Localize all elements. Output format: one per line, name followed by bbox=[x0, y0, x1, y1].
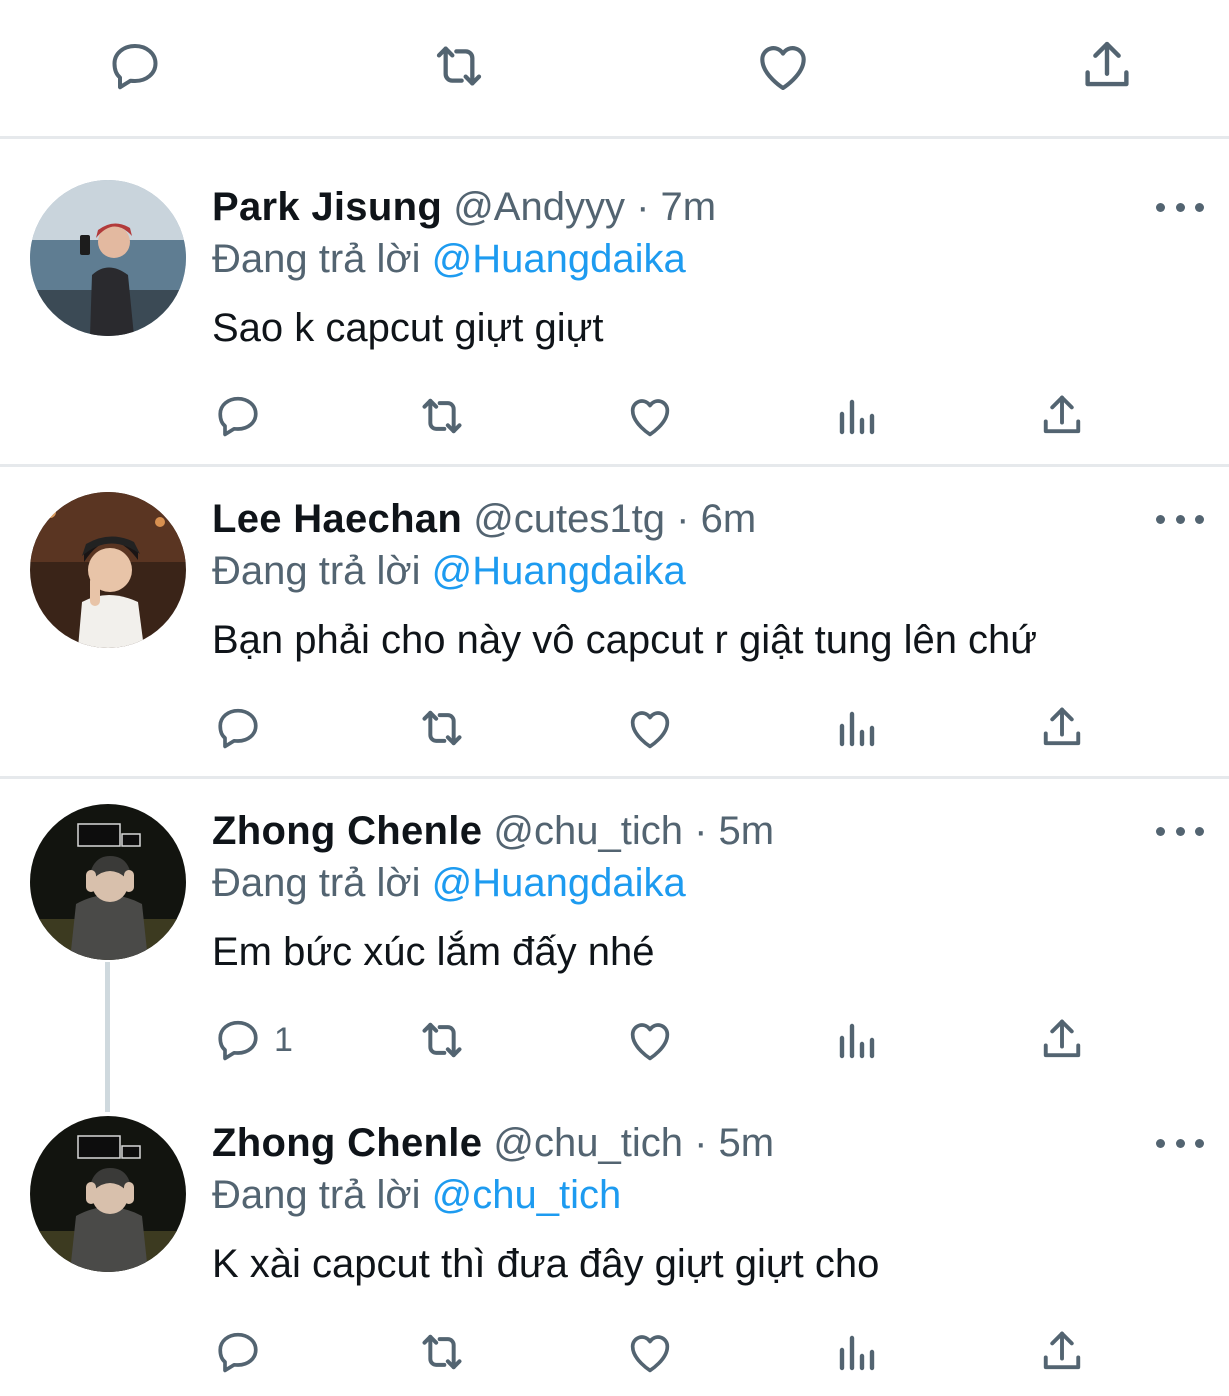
replying-to: Đang trả lời @Huangdaika bbox=[212, 547, 686, 595]
tweet-actions bbox=[0, 386, 1229, 446]
divider bbox=[0, 136, 1229, 139]
more-options-icon[interactable] bbox=[1156, 1131, 1204, 1155]
reply-icon[interactable] bbox=[103, 34, 167, 98]
tweet-actions bbox=[0, 1322, 1229, 1382]
reply-icon[interactable] bbox=[212, 698, 274, 758]
tweet-header: Lee Haechan @cutes1tg · 6m bbox=[212, 495, 756, 543]
reply-icon[interactable] bbox=[212, 1322, 274, 1382]
analytics-icon[interactable] bbox=[832, 386, 880, 446]
more-options-icon[interactable] bbox=[1156, 819, 1204, 843]
share-icon[interactable] bbox=[1036, 1322, 1088, 1382]
tweet-header: Zhong Chenle @chu_tich · 5m bbox=[212, 807, 774, 855]
retweet-icon[interactable] bbox=[414, 1010, 470, 1070]
tweet-actions bbox=[0, 698, 1229, 758]
analytics-icon[interactable] bbox=[832, 1322, 880, 1382]
replying-to: Đang trả lời @chu_tich bbox=[212, 1171, 621, 1219]
retweet-icon[interactable] bbox=[414, 386, 470, 446]
username[interactable]: @cutes1tg bbox=[473, 497, 665, 541]
timestamp[interactable]: 5m bbox=[719, 809, 775, 853]
retweet-icon[interactable] bbox=[427, 34, 491, 98]
share-icon[interactable] bbox=[1036, 1010, 1088, 1070]
username[interactable]: @chu_tich bbox=[493, 1121, 683, 1165]
heart-icon[interactable] bbox=[624, 698, 676, 758]
replying-label: Đang trả lời bbox=[212, 237, 421, 281]
heart-icon[interactable] bbox=[624, 386, 676, 446]
avatar[interactable] bbox=[30, 492, 186, 648]
timestamp[interactable]: 5m bbox=[719, 1121, 775, 1165]
more-options-icon[interactable] bbox=[1156, 507, 1204, 531]
heart-icon[interactable] bbox=[751, 34, 815, 98]
separator: · bbox=[636, 185, 650, 229]
more-options-icon[interactable] bbox=[1156, 195, 1204, 219]
reply-icon[interactable]: 1 bbox=[212, 1010, 293, 1070]
share-icon[interactable] bbox=[1036, 698, 1088, 758]
top-action-bar bbox=[0, 0, 1229, 136]
tweet-text: Em bức xúc lắm đấy nhé bbox=[212, 930, 655, 974]
timestamp[interactable]: 6m bbox=[701, 497, 757, 541]
mention-link[interactable]: @chu_tich bbox=[432, 1173, 622, 1217]
share-icon[interactable] bbox=[1036, 386, 1088, 446]
separator: · bbox=[694, 809, 708, 853]
mention-link[interactable]: @Huangdaika bbox=[432, 861, 686, 905]
separator: · bbox=[694, 1121, 708, 1165]
divider bbox=[0, 776, 1229, 779]
share-icon[interactable] bbox=[1075, 34, 1139, 98]
divider bbox=[0, 464, 1229, 467]
replying-to: Đang trả lời @Huangdaika bbox=[212, 859, 686, 907]
display-name[interactable]: Zhong Chenle bbox=[212, 1121, 482, 1165]
retweet-icon[interactable] bbox=[414, 698, 470, 758]
avatar[interactable] bbox=[30, 804, 186, 960]
tweet-text: Bạn phải cho này vô capcut r giật tung l… bbox=[212, 618, 1038, 662]
replying-label: Đang trả lời bbox=[212, 549, 421, 593]
username[interactable]: @Andyyy bbox=[453, 185, 625, 229]
display-name[interactable]: Zhong Chenle bbox=[212, 809, 482, 853]
mention-link[interactable]: @Huangdaika bbox=[432, 549, 686, 593]
display-name[interactable]: Lee Haechan bbox=[212, 497, 462, 541]
tweet-header: Park Jisung @Andyyy · 7m bbox=[212, 183, 716, 231]
timestamp[interactable]: 7m bbox=[661, 185, 717, 229]
tweet-actions: 1 bbox=[0, 1010, 1229, 1070]
username[interactable]: @chu_tich bbox=[493, 809, 683, 853]
retweet-icon[interactable] bbox=[414, 1322, 470, 1382]
heart-icon[interactable] bbox=[624, 1010, 676, 1070]
replying-to: Đang trả lời @Huangdaika bbox=[212, 235, 686, 283]
reply-icon[interactable] bbox=[212, 386, 274, 446]
replying-label: Đang trả lời bbox=[212, 861, 421, 905]
tweet-text: Sao k capcut giựt giựt bbox=[212, 306, 604, 350]
display-name[interactable]: Park Jisung bbox=[212, 185, 442, 229]
heart-icon[interactable] bbox=[624, 1322, 676, 1382]
reply-count: 1 bbox=[274, 1020, 293, 1059]
avatar[interactable] bbox=[30, 1116, 186, 1272]
tweet-text: K xài capcut thì đưa đây giựt giựt cho bbox=[212, 1242, 880, 1286]
analytics-icon[interactable] bbox=[832, 698, 880, 758]
avatar[interactable] bbox=[30, 180, 186, 336]
replying-label: Đang trả lời bbox=[212, 1173, 421, 1217]
analytics-icon[interactable] bbox=[832, 1010, 880, 1070]
separator: · bbox=[676, 497, 690, 541]
mention-link[interactable]: @Huangdaika bbox=[432, 237, 686, 281]
tweet-header: Zhong Chenle @chu_tich · 5m bbox=[212, 1119, 774, 1167]
